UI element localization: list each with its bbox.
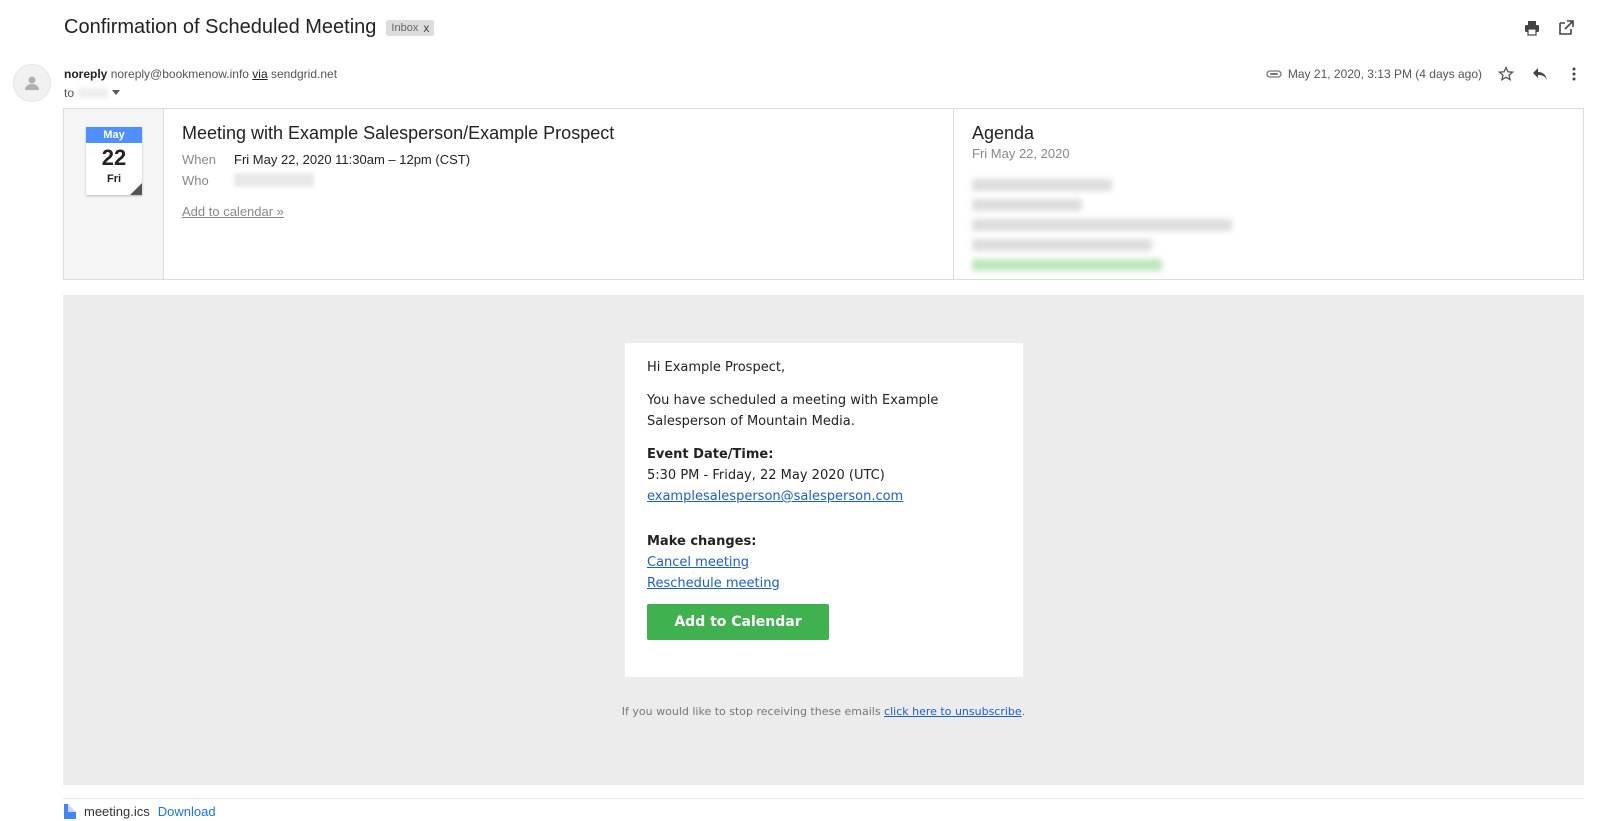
attachment-divider bbox=[63, 798, 1584, 799]
file-icon bbox=[64, 804, 76, 819]
calendar-date-icon: May 22 Fri bbox=[86, 127, 142, 195]
cancel-meeting-link[interactable]: Cancel meeting bbox=[647, 555, 749, 570]
when-value: Fri May 22, 2020 11:30am – 12pm (CST) bbox=[234, 152, 471, 167]
top-actions bbox=[1522, 18, 1576, 38]
inbox-label-text: Inbox bbox=[391, 21, 419, 34]
person-icon bbox=[25, 76, 39, 90]
greeting-text: Hi Example Prospect, bbox=[647, 360, 786, 375]
add-to-calendar-button[interactable]: Add to Calendar bbox=[647, 604, 829, 640]
via-domain: sendgrid.net bbox=[270, 67, 338, 81]
message-meta: May 21, 2020, 3:13 PM (4 days ago) bbox=[1266, 64, 1584, 84]
unsubscribe-footer: If you would like to stop receiving thes… bbox=[63, 705, 1584, 718]
who-label: Who bbox=[182, 173, 209, 188]
recipient-redacted bbox=[78, 88, 109, 98]
calendar-day: 22 bbox=[101, 145, 127, 170]
calendar-invite-card: May 22 Fri Meeting with Example Salesper… bbox=[63, 108, 1584, 280]
event-who-row: Who bbox=[182, 173, 935, 188]
chevron-down-icon[interactable] bbox=[112, 90, 121, 96]
who-redacted bbox=[234, 173, 314, 187]
remove-label-button[interactable]: x bbox=[423, 21, 429, 35]
email-subject: Confirmation of Scheduled Meeting bbox=[64, 16, 377, 38]
agenda-title: Agenda bbox=[972, 123, 1035, 143]
print-icon[interactable] bbox=[1522, 18, 1542, 38]
sender-email: noreply@bookmenow.info bbox=[110, 67, 249, 81]
more-options-icon[interactable] bbox=[1564, 64, 1584, 84]
sender-name: noreply bbox=[64, 67, 108, 81]
agenda-redacted bbox=[972, 179, 1565, 271]
unsubscribe-link[interactable]: click here to unsubscribe bbox=[884, 705, 1022, 718]
event-time-text: 5:30 PM - Friday, 22 May 2020 (UTC) bbox=[647, 468, 885, 483]
contact-email-link[interactable]: examplesalesperson@salesperson.com bbox=[647, 489, 903, 504]
email-body-background: Hi Example Prospect, You have scheduled … bbox=[63, 295, 1584, 785]
unsubscribe-period: . bbox=[1021, 705, 1026, 718]
attachment-filename[interactable]: meeting.ics bbox=[84, 804, 150, 819]
calendar-month: May bbox=[86, 127, 142, 143]
intro-text: You have scheduled a meeting with Exampl… bbox=[647, 393, 939, 429]
calendar-date-column: May 22 Fri bbox=[64, 109, 164, 279]
agenda-panel: Agenda Fri May 22, 2020 bbox=[954, 109, 1583, 279]
message-timestamp: May 21, 2020, 3:13 PM (4 days ago) bbox=[1287, 67, 1482, 81]
download-link[interactable]: Download bbox=[158, 804, 216, 819]
to-label: to bbox=[64, 86, 75, 100]
attachment-row: meeting.ics Download bbox=[64, 804, 216, 819]
sender-avatar bbox=[13, 64, 51, 102]
via-label[interactable]: via bbox=[252, 67, 267, 81]
reply-icon[interactable] bbox=[1530, 64, 1550, 84]
attachment-icon bbox=[1266, 70, 1282, 78]
email-body-card: Hi Example Prospect, You have scheduled … bbox=[625, 343, 1023, 677]
event-details: Meeting with Example Salesperson/Example… bbox=[164, 109, 954, 279]
agenda-date: Fri May 22, 2020 bbox=[972, 146, 1070, 161]
open-new-window-icon[interactable] bbox=[1556, 18, 1576, 38]
timestamp-group: May 21, 2020, 3:13 PM (4 days ago) bbox=[1266, 67, 1482, 81]
when-label: When bbox=[182, 152, 216, 167]
add-to-calendar-link[interactable]: Add to calendar » bbox=[182, 204, 284, 219]
unsubscribe-text: If you would like to stop receiving thes… bbox=[621, 705, 885, 718]
event-heading: Event Date/Time: bbox=[647, 447, 774, 462]
recipient-line[interactable]: to bbox=[64, 86, 121, 100]
star-icon[interactable] bbox=[1496, 64, 1516, 84]
email-subject-row: Confirmation of Scheduled Meeting Inbox … bbox=[64, 16, 435, 39]
reschedule-meeting-link[interactable]: Reschedule meeting bbox=[647, 576, 780, 591]
event-when-row: When Fri May 22, 2020 11:30am – 12pm (CS… bbox=[182, 152, 935, 167]
calendar-fold bbox=[130, 183, 142, 195]
event-title: Meeting with Example Salesperson/Example… bbox=[182, 123, 615, 143]
changes-heading: Make changes: bbox=[647, 534, 757, 549]
inbox-label-badge: Inbox x bbox=[386, 19, 435, 36]
sender-line: noreply noreply@bookmenow.info via sendg… bbox=[64, 67, 337, 81]
